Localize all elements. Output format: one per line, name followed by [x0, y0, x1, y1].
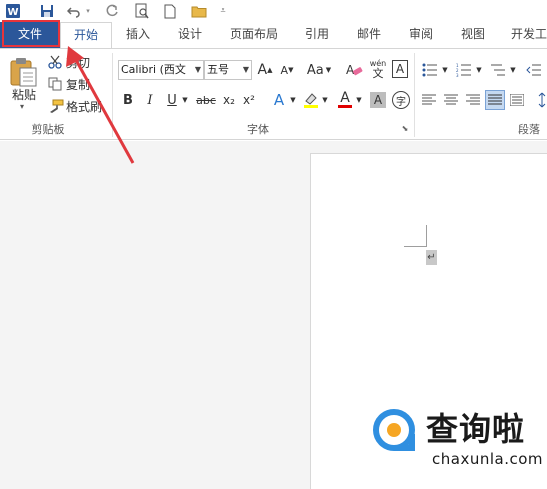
text-effects-dropdown-icon[interactable]: ▼	[288, 91, 298, 109]
tab-developer[interactable]: 开发工	[504, 22, 547, 48]
font-color-label: A	[340, 89, 350, 106]
tab-review[interactable]: 审阅	[400, 22, 442, 48]
text-effects-button[interactable]: A	[270, 91, 288, 109]
subscript-button[interactable]: x₂	[220, 91, 238, 109]
font-color-button[interactable]: A	[336, 89, 354, 109]
change-case-button[interactable]: Aa ▼	[304, 60, 334, 80]
tab-view[interactable]: 视图	[452, 22, 494, 48]
word-app-icon[interactable]: W	[4, 3, 22, 19]
distributed-icon[interactable]	[508, 91, 526, 109]
format-painter-button[interactable]: 格式刷	[66, 98, 104, 114]
font-size-value: 五号	[207, 63, 229, 76]
copy-button[interactable]: 复制	[66, 76, 94, 92]
tab-references[interactable]: 引用	[296, 22, 338, 48]
font-name-dropdown-icon[interactable]: ▼	[195, 61, 201, 79]
change-case-label: Aa	[306, 62, 324, 78]
tab-design[interactable]: 设计	[170, 22, 210, 48]
tab-file[interactable]: 文件	[0, 22, 60, 48]
justify-icon[interactable]	[485, 90, 505, 110]
undo-icon[interactable]	[66, 3, 82, 19]
margin-corner-mark	[426, 225, 427, 247]
print-preview-icon[interactable]	[134, 3, 150, 19]
paragraph-mark: ↵	[426, 250, 437, 265]
format-painter-icon[interactable]	[48, 98, 64, 114]
tab-insert[interactable]: 插入	[118, 22, 158, 48]
shrink-font-label: A	[280, 63, 289, 77]
numbering-icon[interactable]: 123	[454, 60, 474, 80]
new-document-icon[interactable]	[162, 3, 178, 19]
shrink-font-button[interactable]: A ▼	[278, 60, 296, 80]
character-border-button[interactable]: A	[392, 60, 408, 78]
font-size-combo[interactable]: 五号 ▼	[204, 60, 252, 80]
watermark: 查询啦 chaxunla.com	[372, 402, 547, 476]
highlight-icon[interactable]	[302, 91, 320, 109]
font-color-dropdown-icon[interactable]: ▼	[354, 91, 364, 109]
watermark-url: chaxunla.com	[432, 450, 543, 468]
paste-icon[interactable]	[6, 55, 40, 89]
bullets-icon[interactable]	[420, 60, 440, 80]
group-separator	[112, 53, 113, 137]
clear-formatting-icon[interactable]: A	[344, 60, 364, 80]
paste-dropdown-icon[interactable]: ▾	[16, 101, 28, 111]
copy-icon[interactable]	[48, 76, 62, 92]
svg-text:W: W	[7, 7, 18, 18]
decrease-indent-icon[interactable]	[524, 60, 544, 80]
watermark-logo-icon	[372, 408, 420, 456]
font-color-bar	[338, 104, 352, 108]
svg-text:3: 3	[456, 73, 459, 77]
paste-button[interactable]: 粘贴	[8, 87, 40, 102]
cut-button[interactable]: 剪切	[66, 54, 94, 70]
customize-qat-icon[interactable]: ⩡	[218, 3, 228, 19]
character-shading-button[interactable]: A	[370, 92, 386, 108]
line-spacing-icon[interactable]	[536, 91, 547, 109]
watermark-text: 查询啦	[426, 410, 526, 448]
font-name-value: Calibri (西文	[121, 63, 186, 76]
phonetic-guide-button[interactable]: wén 文	[368, 57, 388, 81]
tab-page-layout[interactable]: 页面布局	[222, 22, 286, 48]
font-size-dropdown-icon[interactable]: ▼	[243, 61, 249, 79]
tab-mailings[interactable]: 邮件	[348, 22, 390, 48]
enclose-characters-button[interactable]: 字	[392, 91, 410, 109]
multilevel-list-icon[interactable]	[488, 60, 508, 80]
paragraph-group-label: 段落	[518, 123, 540, 136]
italic-button[interactable]: I	[142, 91, 158, 109]
undo-dropdown-icon[interactable]: ▾	[84, 3, 92, 19]
grow-font-label: A	[257, 62, 268, 78]
quick-access-toolbar: W ▾ ⩡	[0, 0, 547, 22]
highlight-dropdown-icon[interactable]: ▼	[320, 91, 330, 109]
align-left-icon[interactable]	[420, 91, 438, 109]
svg-text:A: A	[346, 63, 355, 77]
bold-button[interactable]: B	[120, 91, 136, 109]
open-folder-icon[interactable]	[190, 3, 208, 19]
scissors-icon[interactable]	[48, 54, 62, 70]
margin-corner-mark	[404, 246, 426, 247]
group-separator	[414, 53, 415, 137]
redo-icon[interactable]	[104, 3, 120, 19]
underline-dropdown-icon[interactable]: ▼	[180, 91, 190, 109]
ribbon-tabs: 文件 开始 插入 设计 页面布局 引用 邮件 审阅 视图 开发工	[0, 22, 547, 48]
align-center-icon[interactable]	[442, 91, 460, 109]
save-icon[interactable]	[38, 3, 56, 19]
align-right-icon[interactable]	[464, 91, 482, 109]
ribbon-home: 粘贴 ▾ 剪切 复制 格式刷 剪贴板 Calibri (西文 ▼ 五号 ▼ A ▲…	[0, 48, 547, 140]
multilevel-list-dropdown-icon[interactable]: ▼	[508, 60, 518, 80]
underline-button[interactable]: U	[164, 91, 180, 109]
clipboard-group-label: 剪贴板	[31, 123, 65, 136]
tab-home[interactable]: 开始	[60, 22, 112, 48]
bullets-dropdown-icon[interactable]: ▼	[440, 60, 450, 80]
grow-font-button[interactable]: A ▲	[256, 60, 274, 80]
phonetic-guide-bottom: 文	[372, 67, 384, 80]
superscript-button[interactable]: x²	[240, 91, 258, 109]
font-group-label: 字体	[247, 123, 269, 136]
strikethrough-button[interactable]: abc	[194, 91, 218, 109]
font-name-combo[interactable]: Calibri (西文 ▼	[118, 60, 204, 80]
numbering-dropdown-icon[interactable]: ▼	[474, 60, 484, 80]
font-dialog-launcher-icon[interactable]: ⬊	[400, 123, 410, 133]
